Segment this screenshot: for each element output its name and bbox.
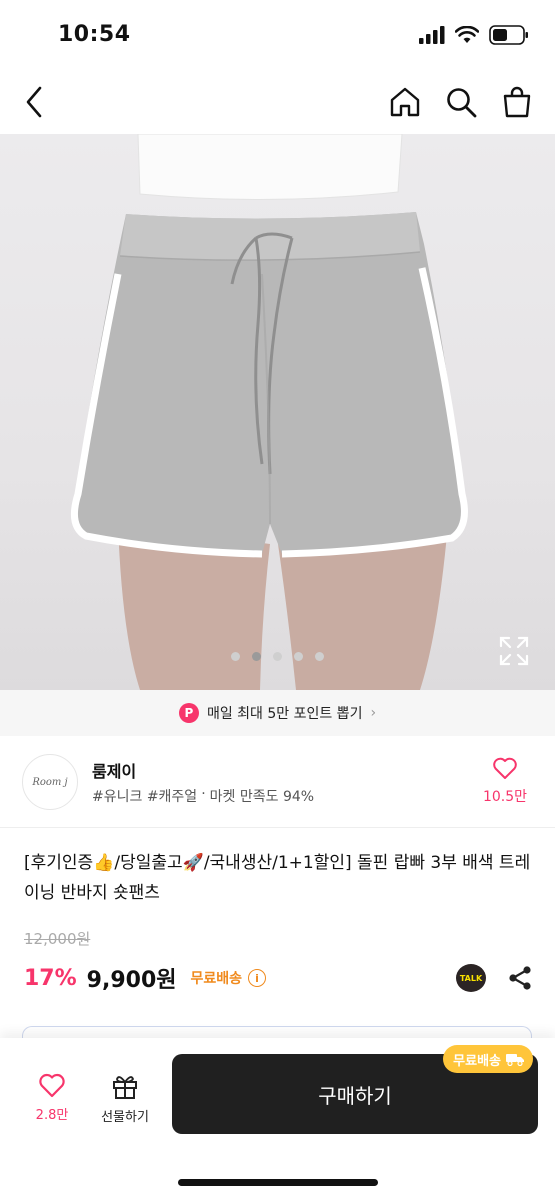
share-icon [509, 966, 531, 990]
status-icons [419, 25, 529, 45]
carousel-indicator [0, 652, 555, 661]
store-tags: #유니크 #캐주얼 [92, 789, 198, 805]
points-banner[interactable]: P 매일 최대 5만 포인트 뽑기 › [0, 690, 555, 736]
search-icon [447, 88, 477, 118]
home-button[interactable] [387, 84, 423, 120]
gift-icon [113, 1076, 137, 1099]
points-badge: P [178, 703, 199, 723]
battery-icon [489, 25, 528, 45]
carousel-dot[interactable] [231, 652, 240, 661]
gift-button[interactable]: 선물하기 [94, 1072, 156, 1125]
gift-label: 선물하기 [101, 1110, 149, 1125]
product-like-count: 2.8만 [35, 1108, 69, 1123]
heart-icon [39, 1073, 65, 1098]
price-actions: TALK [456, 964, 534, 992]
share-button[interactable] [506, 964, 534, 992]
sale-price: 9,900원 [86, 968, 177, 993]
kakao-talk-button[interactable]: TALK [456, 964, 486, 992]
chevron-right-icon: › [370, 705, 377, 721]
free-shipping-badge-label: 무료배송 [453, 1053, 501, 1069]
shopping-bag-icon [503, 86, 531, 118]
buy-button-label: 구매하기 [318, 1083, 392, 1108]
cart-button[interactable] [499, 84, 535, 120]
home-icon [390, 87, 420, 117]
home-indicator [178, 1179, 378, 1186]
original-price: 12,000원 [24, 930, 91, 948]
back-button[interactable] [20, 84, 52, 120]
meta-separator: · [201, 786, 206, 802]
status-bar: 10:54 [0, 0, 555, 70]
free-shipping-tag: 무료배송 [190, 971, 243, 987]
store-satisfaction: 마켓 만족도 94% [209, 789, 315, 805]
product-image-carousel[interactable] [0, 134, 555, 690]
carousel-dot[interactable] [273, 652, 282, 661]
status-time: 10:54 [58, 22, 131, 47]
product-like-button[interactable]: 2.8만 [26, 1072, 78, 1123]
expand-image-button[interactable] [497, 634, 531, 668]
nav-bar [0, 70, 555, 134]
store-like-button[interactable]: 10.5만 [477, 756, 533, 806]
carousel-dot[interactable] [315, 652, 324, 661]
product-photo [70, 134, 468, 690]
wifi-icon [455, 26, 479, 43]
chevron-left-icon [26, 86, 42, 118]
discount-rate: 17% [24, 965, 77, 991]
info-icon[interactable]: i [248, 969, 267, 987]
truck-icon [506, 1054, 524, 1066]
store-row[interactable]: Room j 룸제이 #유니크 #캐주얼 · 마켓 만족도 94% 10.5만 [0, 736, 555, 828]
heart-icon [493, 757, 517, 779]
points-banner-text: 매일 최대 5만 포인트 뽑기 [206, 706, 363, 722]
search-button[interactable] [443, 84, 479, 120]
store-logo[interactable]: Room j [22, 754, 78, 810]
nav-actions [387, 84, 535, 120]
free-shipping-badge: 무료배송 [443, 1045, 533, 1073]
signal-icon [419, 26, 445, 44]
carousel-dot[interactable] [294, 652, 303, 661]
price-row: 17% 9,900원 무료배송 i TALK [24, 960, 534, 996]
store-meta: #유니크 #캐주얼 · 마켓 만족도 94% [92, 786, 314, 806]
carousel-dot-active[interactable] [252, 652, 261, 661]
bottom-action-bar: 2.8만 선물하기 구매하기 무료배송 [0, 1038, 555, 1200]
store-like-count: 10.5만 [482, 789, 528, 805]
expand-icon [499, 636, 529, 666]
product-title: [후기인증👍/당일출고🚀/국내생산/1+1할인] 돌핀 랍빠 3부 배색 트레이… [24, 853, 531, 903]
store-name[interactable]: 룸제이 [92, 758, 136, 782]
